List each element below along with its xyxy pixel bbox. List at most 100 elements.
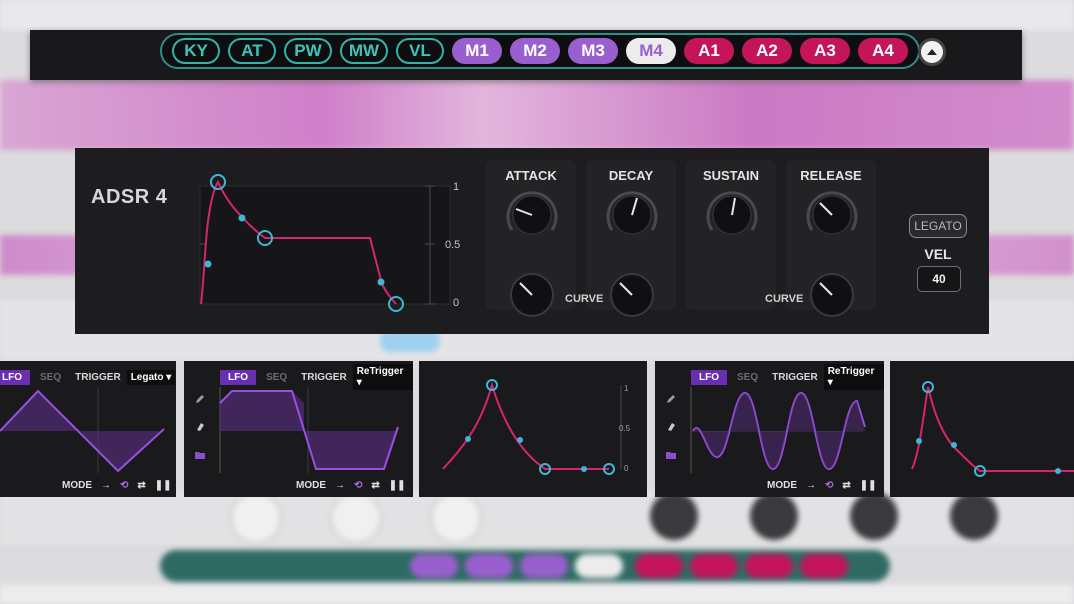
panel-title: ADSR 4 [91,186,168,208]
y-tick: 0.5 [445,239,460,251]
y-tick: 0 [453,297,459,309]
tab-m1[interactable]: M1 [452,38,502,64]
tab-seq[interactable]: SEQ [30,370,71,385]
mode-pingpong-icon[interactable]: ⇄ [371,480,379,491]
curve-handle[interactable] [1055,468,1061,474]
y-tick: 1 [624,384,629,393]
mini-envelope-graph[interactable]: 1 0.5 0 [419,371,647,491]
tab-lfo[interactable]: LFO [0,369,30,385]
chevron-up-icon [927,49,937,55]
trigger-value: Legato [130,371,164,383]
mode-pause-icon[interactable]: ❚❚ [155,480,172,491]
bg-source-bar [160,550,890,582]
release-curve-handle[interactable] [377,278,385,286]
tab-m2[interactable]: M2 [510,38,560,64]
tab-at[interactable]: AT [228,38,276,64]
release-knob[interactable] [803,186,861,244]
y-tick: 1 [453,181,459,193]
legato-button[interactable]: LEGATO [909,214,967,238]
bg-waveform-band [0,80,1074,150]
lfo-panel-2: LFO SEQ TRIGGER ReTrigger ▾ MODE → ⟲ ⇄ ❚… [184,361,413,497]
mod-source-tabs: KY AT PW MW VL M1 M2 M3 M4 A1 A2 A3 A4 [160,33,920,69]
side-tools [194,393,206,461]
mode-row: MODE → ⟲ ⇄ ❚❚ [62,480,172,491]
tab-m4[interactable]: M4 [626,38,676,64]
mode-oneshot-icon[interactable]: → [335,480,345,491]
decay-curve-knob[interactable] [605,268,659,322]
tab-lfo[interactable]: LFO [220,369,256,385]
pencil-icon[interactable] [194,393,206,405]
curve-handle[interactable] [465,436,471,442]
mode-row: MODE → ⟲ ⇄ ❚❚ [296,480,406,491]
bg-knob [850,492,898,540]
mode-label: MODE [62,480,92,491]
tab-mw[interactable]: MW [340,38,388,64]
tab-a1[interactable]: A1 [684,38,734,64]
trigger-label: TRIGGER [75,371,121,383]
bg-top-strip [0,0,1074,30]
pencil-icon[interactable] [665,393,677,405]
folder-icon[interactable] [665,449,677,461]
mode-loop-icon[interactable]: ⟲ [825,480,833,491]
release-curve-label: CURVE [765,293,804,305]
bg-knob [650,492,698,540]
trigger-label: TRIGGER [772,371,818,383]
mini-envelope-graph[interactable] [890,371,1074,491]
mode-oneshot-icon[interactable]: → [101,480,111,491]
curve-handle[interactable] [951,442,957,448]
mode-pause-icon[interactable]: ❚❚ [389,480,406,491]
tab-ky[interactable]: KY [172,38,220,64]
lfo-graph[interactable] [689,387,884,473]
mode-pause-icon[interactable]: ❚❚ [860,480,877,491]
vel-label: VEL [924,246,952,262]
tab-a2[interactable]: A2 [742,38,792,64]
side-tools [665,393,677,461]
decay-label: DECAY [608,168,654,183]
sustain-knob[interactable] [703,186,761,244]
tab-a3[interactable]: A3 [800,38,850,64]
mode-oneshot-icon[interactable]: → [806,480,816,491]
lfo-graph[interactable] [218,387,413,473]
tab-vl[interactable]: VL [396,38,444,64]
mod-source-bar: KY AT PW MW VL M1 M2 M3 M4 A1 A2 A3 A4 [30,30,1022,80]
mode-label: MODE [296,480,326,491]
curve-handle[interactable] [916,438,922,444]
eraser-icon[interactable] [194,421,206,433]
lfo-tab-row: LFO SEQ TRIGGER ReTrigger ▾ [220,364,413,390]
release-curve-knob[interactable] [805,268,859,322]
tab-a4[interactable]: A4 [858,38,908,64]
bg-footer [0,585,1074,604]
tab-seq[interactable]: SEQ [727,370,768,385]
tab-m3[interactable]: M3 [568,38,618,64]
lfo-tab-row: LFO SEQ TRIGGER Legato ▾ [0,368,176,386]
tab-seq[interactable]: SEQ [256,370,297,385]
mode-loop-icon[interactable]: ⟲ [120,480,128,491]
decay-knob[interactable] [603,186,661,244]
decay-curve-handle[interactable] [238,214,246,222]
bg-knob-row [0,490,1074,545]
tab-lfo[interactable]: LFO [691,369,727,385]
lfo-panel-3: LFO SEQ TRIGGER ReTrigger ▾ MODE → ⟲ ⇄ ❚… [655,361,884,497]
mode-pingpong-icon[interactable]: ⇄ [842,480,850,491]
curve-handle[interactable] [581,466,587,472]
bg-knob [950,492,998,540]
attack-curve-knob[interactable] [505,268,559,322]
envelope-panel-mini: 1 0.5 0 [419,361,647,497]
mode-pingpong-icon[interactable]: ⇄ [137,480,145,491]
folder-icon[interactable] [194,449,206,461]
lfo-graph[interactable] [0,387,176,473]
trigger-dropdown[interactable]: Legato ▾ [126,369,176,385]
attack-curve-handle[interactable] [204,260,212,268]
tab-pw[interactable]: PW [284,38,332,64]
bg-knob [430,492,482,544]
mode-loop-icon[interactable]: ⟲ [354,480,362,491]
eraser-icon[interactable] [665,421,677,433]
attack-knob[interactable] [503,186,561,244]
curve-handle[interactable] [517,437,523,443]
envelope-graph[interactable]: 1 0.5 0 [195,170,475,320]
mode-label: MODE [767,480,797,491]
y-tick: 0.5 [619,424,631,433]
bg-knob [750,492,798,540]
vel-value-field[interactable]: 40 [917,266,961,292]
collapse-button[interactable] [918,38,946,66]
